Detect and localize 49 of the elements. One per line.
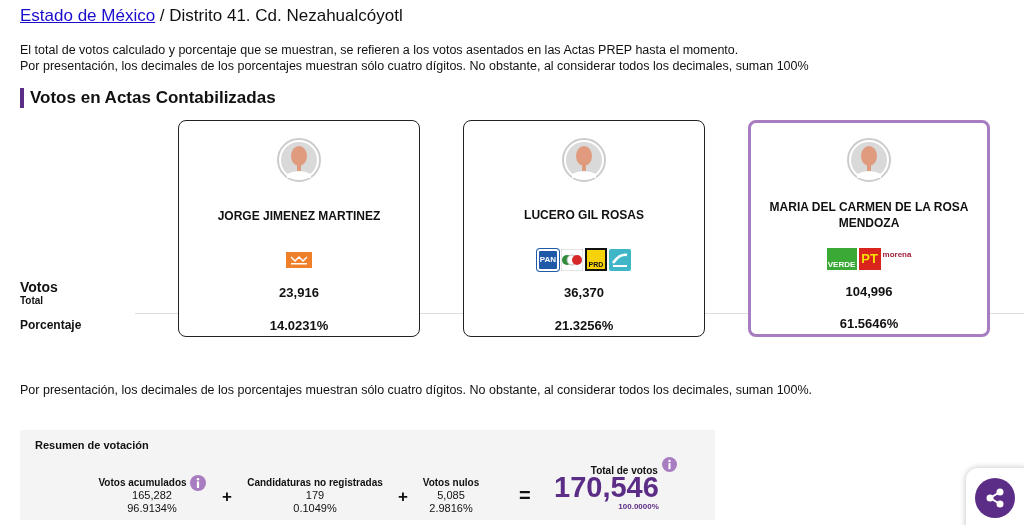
section-title: Votos en Actas Contabilizadas: [30, 88, 276, 108]
summary-percent: 2.9816%: [429, 502, 473, 515]
summary-percent: 0.1049%: [293, 502, 337, 515]
info-icon[interactable]: [189, 474, 206, 491]
avatar-icon: [277, 138, 321, 182]
operator-sign: +: [397, 486, 409, 507]
vote-count: 36,370: [564, 285, 604, 301]
info-note: El total de votos calculado y porcentaje que se muestran, se refieren a los votos asentados en las Actas PREP hasta el momento.: [20, 42, 740, 58]
party-logo: PAN: [537, 249, 559, 271]
summary-label: Votos nulos: [422, 476, 480, 489]
party-logo: VERDE: [826, 247, 857, 270]
vote-count: 104,996: [845, 283, 893, 299]
avatar-icon: [847, 138, 891, 182]
summary-value: 165,282: [132, 489, 172, 502]
summary-title: Resumen de votación: [35, 439, 150, 451]
total-percent: 100.0000%: [618, 502, 659, 511]
vote-count: 23,916: [279, 285, 319, 301]
summary-label: Votos acumulados: [98, 476, 187, 489]
summary-value: 5,085: [437, 489, 465, 502]
avatar-icon: [562, 138, 606, 182]
info-note: Por presentación, los decimales de los porcentajes muestran sólo cuatro dígitos. No obstante, al considerar todos los decimales, suman 100%: [20, 58, 810, 74]
vote-percentage: 21.3256%: [554, 317, 614, 333]
share-icon: [984, 487, 1006, 509]
party-logo: morena: [882, 249, 912, 259]
row-label: Porcentaje: [20, 318, 82, 332]
summary-value: 179: [305, 489, 325, 502]
candidate-card[interactable]: JORGE JIMENEZ MARTINEZ 23,916 14.0231%: [178, 120, 420, 337]
vote-percentage: 14.0231%: [269, 317, 329, 333]
vote-percentage: 61.5646%: [839, 315, 899, 331]
accent-bar: [20, 88, 24, 108]
info-icon[interactable]: [661, 457, 677, 472]
candidate-name: MARIA DEL CARMEN DE LA ROSA MENDOZA: [768, 199, 970, 231]
party-logo: PT: [858, 247, 881, 270]
row-sublabel: Total: [20, 293, 45, 307]
party-logo-icon: [561, 249, 583, 271]
summary-label: Total de votos: [590, 465, 658, 476]
candidate-name: JORGE JIMENEZ MARTINEZ: [217, 207, 381, 224]
candidate-name: LUCERO GIL ROSAS: [524, 207, 644, 224]
summary-label: Candidaturas no registradas: [247, 476, 383, 489]
candidate-card[interactable]: MARIA DEL CARMEN DE LA ROSA MENDOZA VERDE PT morena 104,996 61.5646%: [748, 120, 990, 337]
party-logo-icon: [609, 249, 631, 271]
operator-sign: +: [221, 486, 233, 507]
row-label: Votos: [20, 279, 59, 294]
footnote: Por presentación, los decimales de los porcentajes muestran sólo cuatro dígitos. No obstante, al considerar todos los decimales, suman 100%.: [20, 383, 814, 397]
breadcrumb-link[interactable]: Estado de México: [20, 6, 156, 25]
party-logo-icon: [286, 252, 312, 268]
operator-sign: =: [519, 483, 532, 507]
summary-percent: 96.9134%: [127, 502, 177, 515]
breadcrumb-text: Estado de México / Distrito 41. Cd. Nezahualcóyotl: [20, 6, 403, 25]
